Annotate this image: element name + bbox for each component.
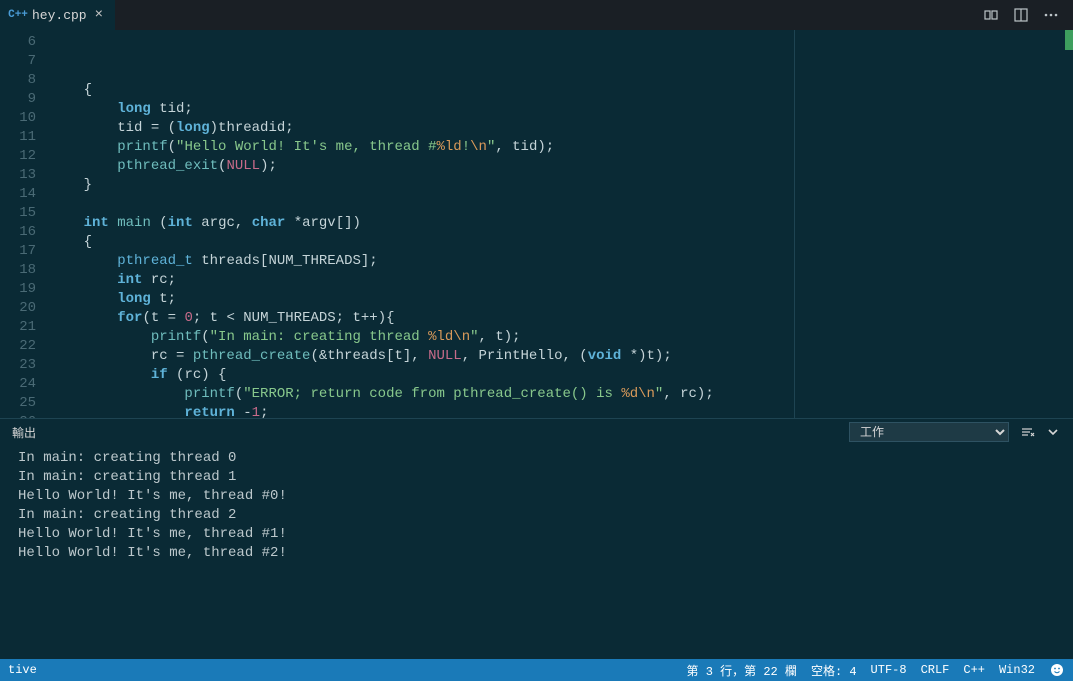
- code-line[interactable]: {: [50, 81, 1073, 100]
- line-number: 7: [0, 52, 50, 71]
- line-number: 16: [0, 223, 50, 242]
- task-select[interactable]: 工作: [849, 422, 1009, 442]
- minimap-slider[interactable]: [1065, 30, 1073, 50]
- more-icon[interactable]: [1043, 7, 1059, 23]
- line-number: 11: [0, 128, 50, 147]
- code-line[interactable]: {: [50, 233, 1073, 252]
- code-line[interactable]: int main (int argc, char *argv[]): [50, 214, 1073, 233]
- code-line[interactable]: for(t = 0; t < NUM_THREADS; t++){: [50, 309, 1073, 328]
- line-number: 24: [0, 375, 50, 394]
- smiley-icon[interactable]: [1049, 662, 1065, 678]
- code-line[interactable]: printf("Hello World! It's me, thread #%l…: [50, 138, 1073, 157]
- line-number: 18: [0, 261, 50, 280]
- line-number: 9: [0, 90, 50, 109]
- line-number: 15: [0, 204, 50, 223]
- status-platform[interactable]: Win32: [999, 663, 1035, 677]
- line-gutter: 6789101112131415161718192021222324252627: [0, 30, 50, 418]
- line-number: 14: [0, 185, 50, 204]
- status-spaces[interactable]: 空格: 4: [811, 662, 857, 679]
- panel-title: 輸出: [12, 424, 36, 441]
- code-line[interactable]: int rc;: [50, 271, 1073, 290]
- line-number: 23: [0, 356, 50, 375]
- code-line[interactable]: printf("In main: creating thread %ld\n",…: [50, 328, 1073, 347]
- line-number: 19: [0, 280, 50, 299]
- status-eol[interactable]: CRLF: [921, 663, 950, 677]
- status-left[interactable]: tive: [8, 663, 37, 677]
- line-number: 17: [0, 242, 50, 261]
- line-number: 12: [0, 147, 50, 166]
- line-number: 25: [0, 394, 50, 413]
- code-line[interactable]: return -1;: [50, 404, 1073, 418]
- code-line[interactable]: if (rc) {: [50, 366, 1073, 385]
- tab-heycpp[interactable]: C++ hey.cpp ×: [0, 0, 115, 30]
- code-line[interactable]: pthread_t threads[NUM_THREADS];: [50, 252, 1073, 271]
- ruler: [794, 30, 795, 418]
- code-line[interactable]: tid = (long)threadid;: [50, 119, 1073, 138]
- line-number: 13: [0, 166, 50, 185]
- cpp-icon: C++: [10, 7, 26, 23]
- compare-icon[interactable]: [983, 7, 999, 23]
- tab-bar: C++ hey.cpp ×: [0, 0, 1073, 30]
- split-icon[interactable]: [1013, 7, 1029, 23]
- line-number: 8: [0, 71, 50, 90]
- tab-label: hey.cpp: [32, 8, 87, 23]
- code-line[interactable]: long t;: [50, 290, 1073, 309]
- output-body[interactable]: In main: creating thread 0 In main: crea…: [0, 445, 1073, 659]
- code-area[interactable]: { long tid; tid = (long)threadid; printf…: [50, 30, 1073, 418]
- clear-icon[interactable]: [1019, 424, 1035, 440]
- line-number: 21: [0, 318, 50, 337]
- status-position[interactable]: 第 3 行，第 22 欄: [687, 662, 797, 679]
- status-bar: tive 第 3 行，第 22 欄 空格: 4 UTF-8 CRLF C++ W…: [0, 659, 1073, 681]
- line-number: 20: [0, 299, 50, 318]
- code-line[interactable]: pthread_exit(NULL);: [50, 157, 1073, 176]
- output-panel: 輸出 工作 In main: creating thread 0 In main…: [0, 418, 1073, 659]
- code-line[interactable]: }: [50, 176, 1073, 195]
- line-number: 6: [0, 33, 50, 52]
- code-line[interactable]: printf("ERROR; return code from pthread_…: [50, 385, 1073, 404]
- status-encoding[interactable]: UTF-8: [871, 663, 907, 677]
- line-number: 22: [0, 337, 50, 356]
- status-lang[interactable]: C++: [963, 663, 985, 677]
- code-line[interactable]: [50, 195, 1073, 214]
- line-number: 26: [0, 413, 50, 418]
- line-number: 10: [0, 109, 50, 128]
- editor[interactable]: 6789101112131415161718192021222324252627…: [0, 30, 1073, 418]
- close-icon[interactable]: ×: [93, 7, 105, 23]
- code-line[interactable]: rc = pthread_create(&threads[t], NULL, P…: [50, 347, 1073, 366]
- code-line[interactable]: long tid;: [50, 100, 1073, 119]
- chevron-down-icon[interactable]: [1045, 424, 1061, 440]
- panel-header: 輸出 工作: [0, 419, 1073, 445]
